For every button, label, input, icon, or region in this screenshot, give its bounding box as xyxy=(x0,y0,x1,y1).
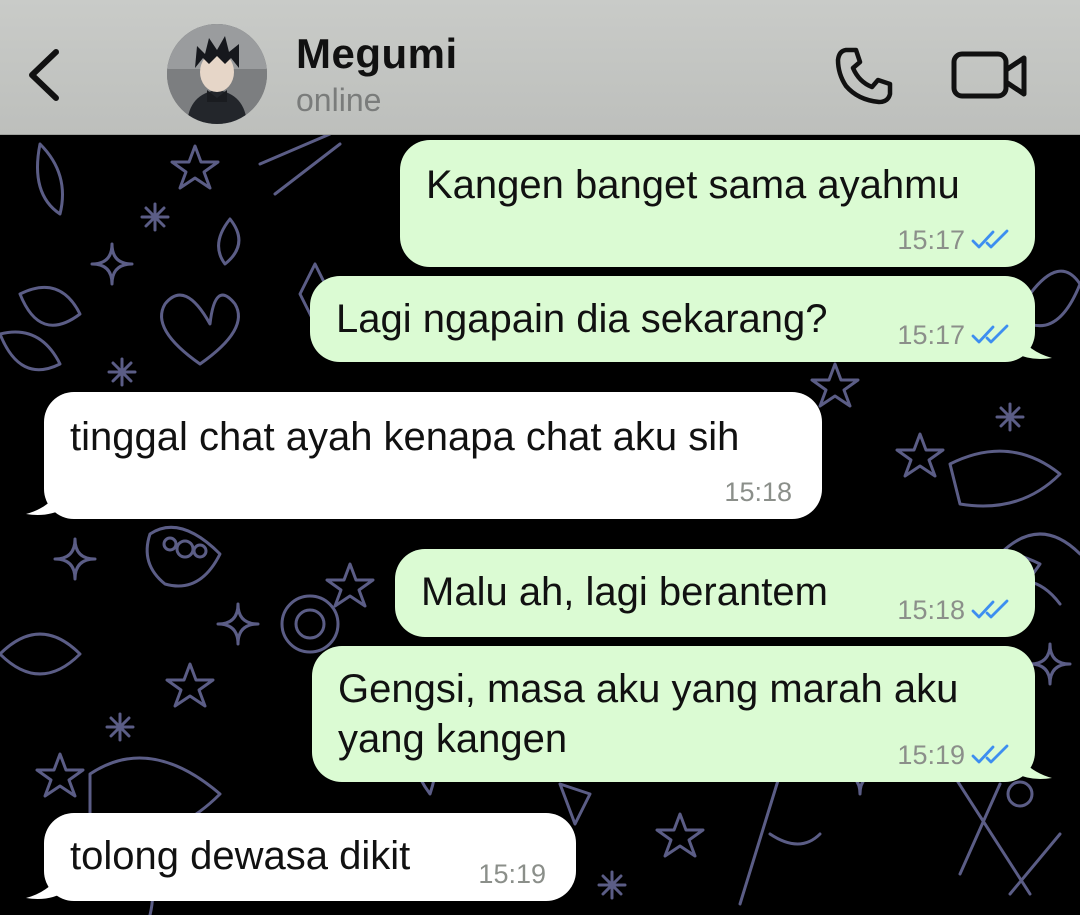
phone-icon xyxy=(835,47,893,105)
message-bubble-outgoing[interactable]: Lagi ngapain dia sekarang? 15:17 xyxy=(310,276,1035,362)
message-meta: 15:18 xyxy=(724,475,792,509)
message-time: 15:19 xyxy=(478,859,546,889)
message-time: 15:18 xyxy=(897,595,965,625)
read-receipt-icon xyxy=(971,599,1009,619)
message-meta: 15:17 xyxy=(897,223,1013,257)
chat-header: Megumi online xyxy=(0,0,1080,135)
message-meta: 15:19 xyxy=(478,857,546,891)
message-text: Lagi ngapain dia sekarang? xyxy=(336,297,828,341)
message-time: 15:19 xyxy=(897,740,965,770)
avatar-image xyxy=(167,24,267,124)
bubble-tail xyxy=(26,476,68,515)
message-meta: 15:17 xyxy=(897,318,1013,352)
chat-area[interactable]: Kangen banget sama ayahmu 15:17 Lagi nga… xyxy=(0,134,1080,915)
message-meta: 15:19 xyxy=(897,738,1013,772)
contact-status: online xyxy=(296,82,382,118)
read-receipt-icon xyxy=(971,229,1009,249)
message-bubble-incoming[interactable]: tolong dewasa dikit 15:19 xyxy=(44,813,576,901)
message-text: tolong dewasa dikit xyxy=(70,834,411,878)
message-bubble-outgoing[interactable]: Gengsi, masa aku yang marah aku yang kan… xyxy=(312,646,1035,782)
video-camera-icon xyxy=(951,51,1027,99)
message-time: 15:17 xyxy=(897,320,965,350)
message-text: tinggal chat ayah kenapa chat aku sih xyxy=(70,415,740,459)
message-meta: 15:18 xyxy=(897,593,1013,627)
bubble-tail xyxy=(1010,740,1052,779)
message-bubble-outgoing[interactable]: Kangen banget sama ayahmu 15:17 xyxy=(400,140,1035,267)
voice-call-button[interactable] xyxy=(832,44,896,108)
read-receipt-icon xyxy=(971,744,1009,764)
bubble-tail xyxy=(1010,320,1052,359)
message-text: Malu ah, lagi berantem xyxy=(421,570,828,614)
message-time: 15:17 xyxy=(897,225,965,255)
message-bubble-outgoing[interactable]: Malu ah, lagi berantem 15:18 xyxy=(395,549,1035,637)
message-bubble-incoming[interactable]: tinggal chat ayah kenapa chat aku sih 15… xyxy=(44,392,822,519)
avatar[interactable] xyxy=(167,24,267,124)
bubble-tail xyxy=(26,860,68,899)
back-button[interactable] xyxy=(20,40,70,110)
read-receipt-icon xyxy=(971,324,1009,344)
message-text: Gengsi, masa aku yang marah aku yang kan… xyxy=(338,667,959,761)
chevron-left-icon xyxy=(29,49,59,101)
message-text: Kangen banget sama ayahmu xyxy=(426,163,960,207)
video-call-button[interactable] xyxy=(950,48,1030,104)
message-time: 15:18 xyxy=(724,477,792,507)
contact-name[interactable]: Megumi xyxy=(296,30,458,78)
